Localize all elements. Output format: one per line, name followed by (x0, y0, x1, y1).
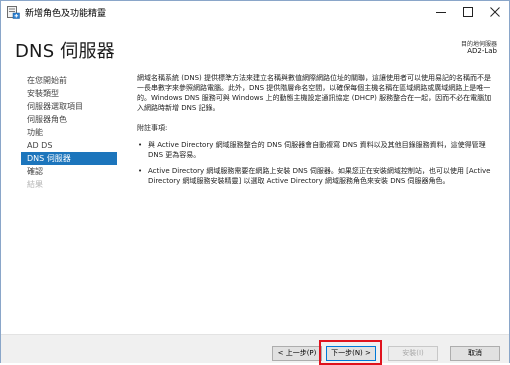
minimize-icon (436, 12, 446, 13)
content-panel: 網域名稱系統 (DNS) 提供標準方法來建立名稱與數值網際網路位址的關聯，這讓使… (137, 73, 497, 192)
list-item: • Active Directory 網域服務需要在網路上安裝 DNS 伺服器。… (137, 166, 497, 186)
note-text: Active Directory 網域服務需要在網路上安裝 DNS 伺服器。如果… (148, 167, 491, 185)
bullet-icon: • (138, 167, 143, 175)
next-button-highlight (319, 340, 382, 365)
nav-item-server-selection[interactable]: 伺服器選取項目 (21, 100, 117, 113)
nav-item-label: 在您開始前 (27, 76, 67, 85)
nav-item-label: 安裝類型 (27, 89, 59, 98)
nav-item-ad-ds[interactable]: AD DS (21, 139, 117, 152)
nav-item-label: 確認 (27, 167, 43, 176)
nav-item-results: 結果 (21, 178, 117, 191)
nav-item-label: DNS 伺服器 (27, 154, 71, 163)
nav-item-server-roles[interactable]: 伺服器角色 (21, 113, 117, 126)
close-icon (490, 7, 500, 17)
dns-description: 網域名稱系統 (DNS) 提供標準方法來建立名稱與數值網際網路位址的關聯，這讓使… (137, 74, 492, 112)
previous-button[interactable]: < 上一步(P) (272, 346, 322, 361)
window-title: 新增角色及功能精靈 (25, 9, 107, 19)
page-title: DNS 伺服器 (15, 41, 115, 62)
close-button[interactable] (481, 1, 509, 23)
maximize-button[interactable] (454, 1, 482, 23)
wizard-steps-nav: 在您開始前 安裝類型 伺服器選取項目 伺服器角色 功能 AD DS DNS 伺服… (21, 74, 117, 191)
bullet-icon: • (138, 141, 143, 149)
nav-item-confirmation[interactable]: 確認 (21, 165, 117, 178)
maximize-icon (463, 7, 473, 17)
cancel-button[interactable]: 取消 (450, 346, 500, 361)
nav-item-label: 伺服器選取項目 (27, 102, 83, 111)
server-manager-icon (7, 6, 20, 19)
list-item: • 與 Active Directory 網域服務整合的 DNS 伺服器會自動複… (137, 140, 497, 160)
notes-heading: 附註事項: (137, 124, 168, 132)
nav-item-label: AD DS (27, 141, 53, 150)
nav-item-features[interactable]: 功能 (21, 126, 117, 139)
destination-server-value: AD2-Lab (467, 47, 497, 55)
minimize-button[interactable] (427, 1, 455, 23)
nav-item-before-you-begin[interactable]: 在您開始前 (21, 74, 117, 87)
note-text: 與 Active Directory 網域服務整合的 DNS 伺服器會自動複寫 … (148, 141, 486, 159)
install-button: 安裝(I) (388, 346, 438, 361)
nav-item-dns-server[interactable]: DNS 伺服器 (21, 152, 117, 165)
nav-item-label: 功能 (27, 128, 43, 137)
nav-item-label: 伺服器角色 (27, 115, 67, 124)
nav-item-installation-type[interactable]: 安裝類型 (21, 87, 117, 100)
wizard-window: 新增角色及功能精靈 DNS 伺服器 目的地伺服器 AD2-Lab 在您開始前 安… (0, 0, 510, 365)
title-bar[interactable]: 新增角色及功能精靈 (1, 1, 509, 25)
nav-item-label: 結果 (27, 180, 43, 189)
